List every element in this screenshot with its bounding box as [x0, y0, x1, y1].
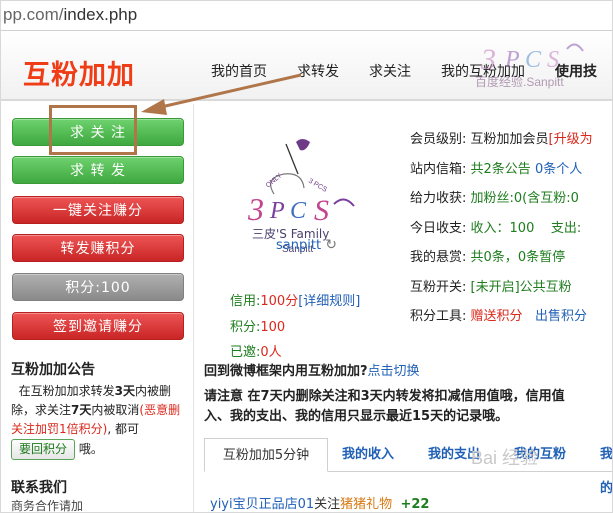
account-info: 会员级别: 互粉加加会员[升级为 站内信箱: 共2条公告 0条个人 给力收获: … [410, 126, 612, 333]
nav-follow[interactable]: 求关注 [369, 61, 411, 81]
nav-home[interactable]: 我的首页 [211, 61, 267, 81]
today-expense: 支出: [550, 220, 582, 236]
watermark-logo: 3 P C S 百度经验.Sanpitt [471, 37, 601, 97]
profile-avatar: ONLY 3 PCS 3 P C S 三皮'S Family Sanpitt [244, 134, 355, 255]
rewards-label: 我的悬赏: [410, 250, 467, 265]
site-header: 互粉加加 我的首页 求转发 求关注 我的互粉加加 使用技 3 P C S 百度经… [1, 31, 612, 101]
svg-text:3: 3 [480, 43, 496, 76]
rewards-paused[interactable]: 0条暂停 [518, 250, 565, 265]
svg-text:3 PCS: 3 PCS [307, 178, 328, 194]
svg-text:3: 3 [247, 191, 264, 227]
gains-label: 给力收获: [410, 191, 467, 206]
note-line-2: 入、我的支出、我的信用只显示最近15天的记录哦。 [204, 409, 509, 424]
points-value: 100 [260, 320, 286, 335]
feed-target[interactable]: 猪猪礼物 [340, 497, 392, 512]
watermark-text: 百度经验.Sanpitt [475, 75, 564, 89]
notice-text-1: 在互粉加加求转发 [18, 384, 115, 398]
today-label: 今日收支: [410, 220, 467, 236]
tab-my-income[interactable]: 我的收入 [342, 438, 394, 472]
svg-text:S: S [547, 47, 559, 73]
mailbox-label: 站内信箱: [410, 161, 467, 177]
one-click-follow-button[interactable]: 一键关注赚分 [12, 196, 184, 224]
record-tabs: 互粉加加5分钟 我的收入 我的支出 我的互粉 我的 [204, 434, 612, 496]
info-rewards: 我的悬赏: 共0条，0条暂停 [410, 244, 612, 274]
annotation-highlight-box [49, 105, 137, 155]
main-panel: ONLY 3 PCS 3 P C S 三皮'S Family Sanpitt s… [193, 104, 612, 512]
invited-value: 0人 [260, 345, 282, 360]
tab-5-minutes[interactable]: 互粉加加5分钟 [204, 438, 328, 472]
sell-points-link[interactable]: 出售积分 [535, 309, 587, 324]
svg-text:C: C [290, 198, 307, 224]
svg-text:S: S [314, 194, 329, 227]
info-switch: 互粉开关: [未开启]公共互粉 [410, 274, 612, 304]
notice-text-3: 内被取消 [91, 403, 140, 417]
invited-line: 已邀:0人 [230, 341, 282, 360]
checkin-invite-button[interactable]: 签到邀请赚分 [12, 312, 184, 340]
info-mailbox: 站内信箱: 共2条公告 0条个人 [410, 156, 612, 186]
info-level: 会员级别: 互粉加加会员[升级为 [410, 126, 612, 156]
baidu-watermark: Bai 经验 [471, 448, 539, 468]
feed-user[interactable]: yiyi宝贝正品店01 [210, 497, 314, 512]
invited-label: 已邀: [230, 345, 261, 360]
note-line-1: 请注意 在7天内删除关注和3天内转发将扣减信用值哦，信用值 [204, 389, 565, 404]
reclaim-points-button[interactable]: 要回积分 [11, 439, 76, 460]
refresh-icon[interactable]: ↻ [325, 237, 337, 253]
public-follow-switch[interactable]: [未开启]公共互粉 [471, 280, 572, 295]
url-host: pp.com/ [3, 5, 64, 24]
points-button[interactable]: 积分:100 [12, 273, 184, 301]
gains-value: 加粉丝:0(含互粉:0 [470, 191, 579, 206]
notice-text-4: , 都可 [107, 422, 139, 436]
address-bar[interactable]: pp.com/index.php [1, 1, 612, 31]
switch-label: 互粉开关: [410, 279, 467, 295]
info-gains: 给力收获: 加粉丝:0(含互粉:0 [410, 185, 612, 215]
notice-text: 请注意 在7天内删除关注和3天内转发将扣减信用值哦，信用值 入、我的支出、我的信用… [204, 387, 612, 427]
rewards-total[interactable]: 共0条， [471, 250, 518, 265]
ask-repost-button[interactable]: 求 转 发 [12, 156, 184, 184]
mailbox-personal[interactable]: 0条个人 [535, 162, 582, 177]
tools-label: 积分工具: [410, 309, 467, 324]
notice-bold-2: 7天 [71, 403, 92, 417]
credit-line: 信用:100分[详细规则] [230, 290, 360, 309]
info-today: 今日收支: 收入：100 支出: [410, 215, 612, 245]
nav-repost[interactable]: 求转发 [297, 61, 339, 81]
url-text: pp.com/index.php [3, 5, 137, 25]
gift-points-link[interactable]: 赠送积分 [471, 309, 523, 324]
browser-window: pp.com/index.php 互粉加加 我的首页 求转发 求关注 我的互粉加… [0, 0, 613, 513]
points-line: 积分:100 [230, 316, 285, 335]
info-tools: 积分工具: 赠送积分 出售积分 [410, 303, 612, 333]
notice-text-5: 哦。 [78, 442, 103, 456]
credit-value: 100分 [260, 294, 299, 309]
svg-text:ONLY: ONLY [265, 172, 284, 189]
contact-subtitle: 商务合作请加 [11, 499, 84, 513]
site-logo-text[interactable]: 互粉加加 [23, 53, 135, 92]
announcement-body: 在互粉加加求转发3天内被删除，求关注7天内被取消(恶意删关注加罚1倍积分), 都… [11, 382, 187, 460]
today-income: 收入：100 [470, 220, 535, 236]
level-label: 会员级别: [410, 132, 467, 147]
upgrade-link[interactable]: [升级为 [549, 132, 593, 147]
switch-frame-link[interactable]: 点击切换 [368, 364, 420, 379]
url-path: index.php [63, 5, 138, 24]
username-text[interactable]: sanpitt [276, 238, 321, 253]
feed-action: 关注 [314, 497, 341, 512]
watermark-3pcs-icon: 3 P C S [480, 43, 584, 76]
contact-title: 联系我们 [11, 480, 67, 496]
switch-frame-text: 回到微博框架内用互粉加加? [204, 364, 368, 379]
feed-delta: +22 [400, 497, 430, 512]
repost-earn-button[interactable]: 转发赚积分 [12, 234, 184, 262]
announcement: 互粉加加公告 在互粉加加求转发3天内被删除，求关注7天内被取消(恶意删关注加罚1… [11, 361, 187, 460]
svg-text:P: P [269, 198, 285, 224]
feed-item: yiyi宝贝正品店01关注猪猪礼物 +22 [210, 493, 429, 512]
credit-label: 信用: [230, 294, 261, 309]
profile-username[interactable]: sanpitt ↻ [276, 237, 337, 253]
svg-text:P: P [504, 47, 520, 73]
announcement-title: 互粉加加公告 [11, 362, 95, 378]
notice-bold-1: 3天 [114, 384, 136, 398]
level-value: 互粉加加会员 [470, 132, 549, 147]
switch-frame-prompt: 回到微博框架内用互粉加加?点击切换 [204, 360, 420, 379]
credit-rules-link[interactable]: [详细规则] [298, 294, 360, 309]
tab-my-more[interactable]: 我的 [600, 438, 612, 496]
points-label: 积分: [230, 320, 261, 335]
mailbox-announcements[interactable]: 共2条公告 [471, 162, 531, 177]
svg-text:C: C [525, 47, 542, 73]
